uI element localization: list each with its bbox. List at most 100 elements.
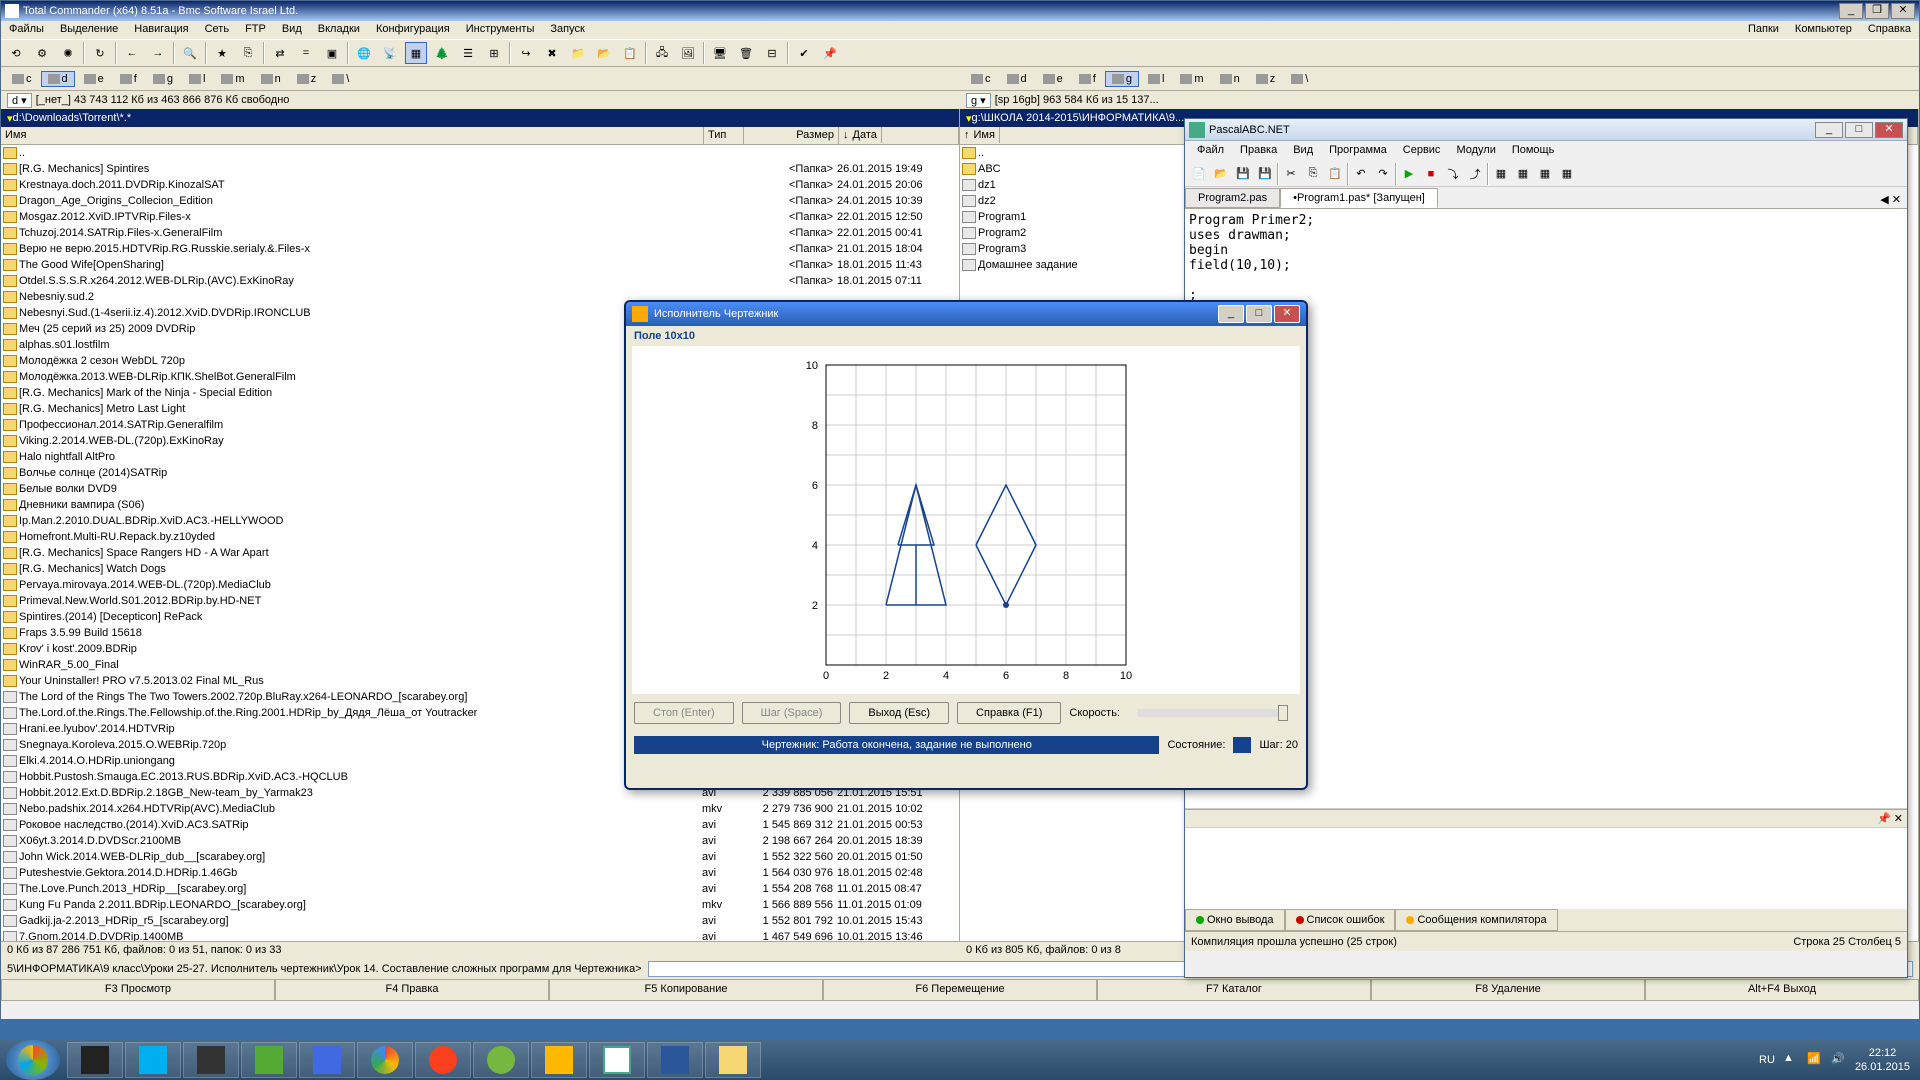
fn-F7[interactable]: F7 Каталог xyxy=(1097,979,1371,1001)
volume-icon[interactable]: 🔊 xyxy=(1831,1052,1847,1068)
drive-d[interactable]: d xyxy=(1000,71,1034,87)
drive-z[interactable]: z xyxy=(290,71,324,87)
sync-icon[interactable]: ⇄ xyxy=(269,42,291,64)
menu-Файлы[interactable]: Файлы xyxy=(1,21,52,39)
diff-icon[interactable]: ▣ xyxy=(321,42,343,64)
refresh-icon[interactable]: ⟲ xyxy=(5,42,27,64)
drives-left[interactable]: cdefglmnz\ xyxy=(1,71,960,87)
view-icon[interactable]: ▦ xyxy=(405,42,427,64)
output-tab[interactable]: Список ошибок xyxy=(1285,909,1396,931)
redo-icon[interactable]: ↷ xyxy=(1373,164,1393,184)
file-row[interactable]: Otdel.S.S.S.R.x264.2012.WEB-DLRip.(AVC).… xyxy=(1,273,959,289)
file-row[interactable]: Верю не верю.2015.HDTVRip.RG.Russkie.ser… xyxy=(1,241,959,257)
left-columns[interactable]: Имя Тип Размер ↓Дата xyxy=(1,127,959,145)
stop-icon[interactable]: ■ xyxy=(1421,164,1441,184)
output-tab[interactable]: Сообщения компилятора xyxy=(1395,909,1557,931)
forward-icon[interactable]: → xyxy=(147,42,169,64)
close-button[interactable]: ✕ xyxy=(1274,305,1300,323)
menu-Вид[interactable]: Вид xyxy=(274,21,310,39)
menu-Справка[interactable]: Справка xyxy=(1860,21,1919,39)
grid2-icon[interactable]: ▦ xyxy=(1513,164,1533,184)
drive-l[interactable]: l xyxy=(182,71,212,87)
menu-Файл[interactable]: Файл xyxy=(1189,141,1232,161)
paste-icon[interactable]: 📋 xyxy=(1325,164,1345,184)
speed-slider[interactable] xyxy=(1138,709,1288,717)
menu-Правка[interactable]: Правка xyxy=(1232,141,1285,161)
drive-d[interactable]: d xyxy=(41,71,75,87)
task-media[interactable] xyxy=(531,1042,587,1078)
drives-right[interactable]: cdefglmnz\ xyxy=(960,71,1919,87)
file-row[interactable]: Puteshestvie.Gektora.2014.D.HDRip.1.46Gb… xyxy=(1,865,959,881)
task-wot[interactable] xyxy=(241,1042,297,1078)
restore-button[interactable]: ❐ xyxy=(1865,3,1889,19)
drive-z[interactable]: z xyxy=(1249,71,1283,87)
tc-menubar[interactable]: ФайлыВыделениеНавигацияСетьFTPВидВкладки… xyxy=(1,21,1919,39)
exit-button[interactable]: Выход (Esc) xyxy=(849,702,949,724)
menu-Компьютер[interactable]: Компьютер xyxy=(1787,21,1860,39)
open-icon[interactable]: 📂 xyxy=(1211,164,1231,184)
fn-F6[interactable]: F6 Перемещение xyxy=(823,979,1097,1001)
drive-\[interactable]: \ xyxy=(325,71,356,87)
menu-Модули[interactable]: Модули xyxy=(1448,141,1503,161)
task-winamp[interactable] xyxy=(67,1042,123,1078)
grid1-icon[interactable]: ▦ xyxy=(1491,164,1511,184)
minimize-button[interactable]: _ xyxy=(1839,3,1863,19)
tc-toolbar[interactable]: ⟲ ⚙ ✺ ↻ ← → 🔍 ★ ⎘ ⇄ = ▣ 🌐 📡 ▦ 🌲 ☰ ⊞ ↪ ✖ … xyxy=(1,39,1919,67)
trash-icon[interactable]: 🗑 xyxy=(735,42,757,64)
col-name[interactable]: Имя xyxy=(1,127,704,144)
menu-Сервис[interactable]: Сервис xyxy=(1395,141,1449,161)
file-row[interactable]: X06yt.3.2014.D.DVDScr.2100MBavi2 198 667… xyxy=(1,833,959,849)
maximize-button[interactable]: □ xyxy=(1845,122,1873,138)
output-tab[interactable]: Окно вывода xyxy=(1185,909,1285,931)
menu-Вкладки[interactable]: Вкладки xyxy=(310,21,368,39)
close-button[interactable]: ✕ xyxy=(1875,122,1903,138)
menu-Навигация[interactable]: Навигация xyxy=(126,21,196,39)
step-button[interactable]: Шаг (Space) xyxy=(742,702,842,724)
reload-icon[interactable]: ↻ xyxy=(89,42,111,64)
drive-g[interactable]: g xyxy=(1105,71,1139,87)
drive-c[interactable]: c xyxy=(964,71,998,87)
saveall-icon[interactable]: 💾 xyxy=(1255,164,1275,184)
flag-icon[interactable]: ▲ xyxy=(1783,1052,1799,1068)
menu-Папки[interactable]: Папки xyxy=(1740,21,1787,39)
pabc-menubar[interactable]: ФайлПравкаВидПрограммаСервисМодулиПомощь xyxy=(1185,141,1907,161)
file-row[interactable]: Mosgaz.2012.XviD.IPTVRip.Files-x<Папка>2… xyxy=(1,209,959,225)
back-icon[interactable]: ← xyxy=(121,42,143,64)
drive-n[interactable]: n xyxy=(254,71,288,87)
task-teamspeak[interactable] xyxy=(183,1042,239,1078)
copy-icon[interactable]: ⎘ xyxy=(1303,164,1323,184)
folder-icon[interactable]: 📁 xyxy=(567,42,589,64)
task-yandex[interactable] xyxy=(415,1042,471,1078)
help-button[interactable]: Справка (F1) xyxy=(957,702,1061,724)
drive-c[interactable]: c xyxy=(5,71,39,87)
clock[interactable]: 22:12 26.01.2015 xyxy=(1855,1046,1910,1075)
drive-m[interactable]: m xyxy=(214,71,251,87)
new-icon[interactable]: 📄 xyxy=(1189,164,1209,184)
grid3-icon[interactable]: ▦ xyxy=(1535,164,1555,184)
task-pascalabc[interactable] xyxy=(589,1042,645,1078)
copy-icon[interactable]: ⎘ xyxy=(237,42,259,64)
drive-n[interactable]: n xyxy=(1213,71,1247,87)
gear2-icon[interactable]: ✺ xyxy=(57,42,79,64)
fn-F8[interactable]: F8 Удаление xyxy=(1371,979,1645,1001)
menu-Конфигурация[interactable]: Конфигурация xyxy=(368,21,458,39)
minimize-button[interactable]: _ xyxy=(1815,122,1843,138)
drive-f[interactable]: f xyxy=(113,71,144,87)
function-bar[interactable]: F3 ПросмотрF4 ПравкаF5 КопированиеF6 Пер… xyxy=(1,979,1919,1001)
menu-Запуск[interactable]: Запуск xyxy=(542,21,592,39)
file-row[interactable]: Роковое наследство.(2014).XviD.AC3.SATRi… xyxy=(1,817,959,833)
drive-\[interactable]: \ xyxy=(1284,71,1315,87)
newfolder-icon[interactable]: 📂 xyxy=(593,42,615,64)
stepover-icon[interactable]: ⤴ xyxy=(1465,164,1485,184)
tc-titlebar[interactable]: Total Commander (x64) 8.51a - Bmc Softwa… xyxy=(1,1,1919,21)
editor-tab[interactable]: •Program1.pas* [Запущен] xyxy=(1280,188,1438,208)
globe-icon[interactable]: 🌐 xyxy=(353,42,375,64)
col-type[interactable]: Тип xyxy=(704,127,744,144)
network-icon[interactable]: 📶 xyxy=(1807,1052,1823,1068)
arrow-icon[interactable]: ↪ xyxy=(515,42,537,64)
stop-button[interactable]: Стоп (Enter) xyxy=(634,702,734,724)
menu-Инструменты[interactable]: Инструменты xyxy=(458,21,543,39)
left-drive-selector[interactable]: d ▾ xyxy=(7,93,32,108)
cut-icon[interactable]: ✂ xyxy=(1281,164,1301,184)
menu-Помощь[interactable]: Помощь xyxy=(1504,141,1563,161)
